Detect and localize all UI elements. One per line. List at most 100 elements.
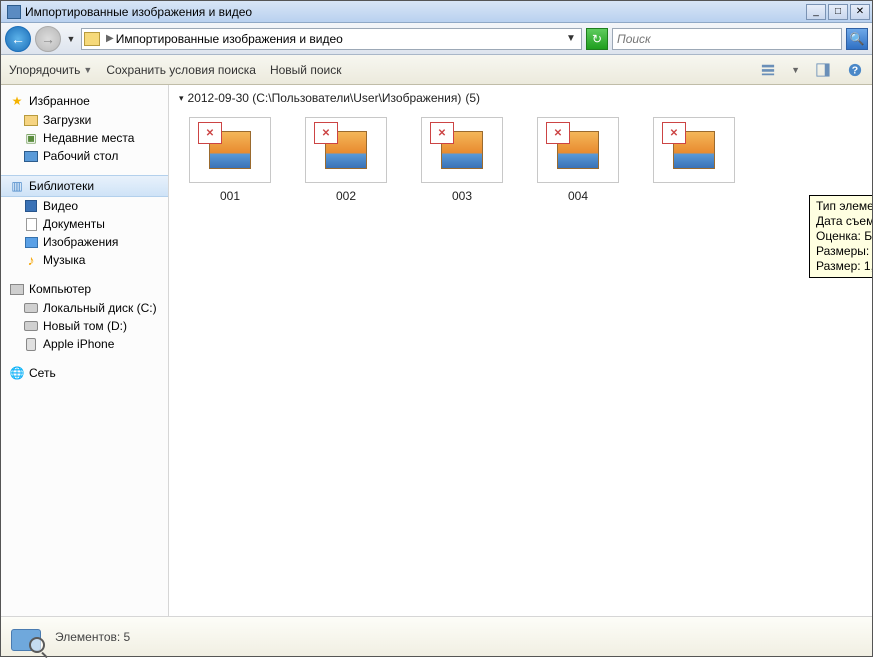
sidebar-local-disk-label: Локальный диск (C:) — [43, 301, 157, 315]
sidebar-libraries[interactable]: ▥ Библиотеки — [1, 175, 168, 197]
thumbnail-icon: ✕ — [653, 117, 735, 183]
thumbnail-grid: ✕ 001 ✕ 002 ✕ 003 ✕ 004 ✕ 005 — [169, 111, 872, 209]
sidebar-documents-label: Документы — [43, 217, 105, 231]
chevron-right-icon: ▶ — [106, 33, 114, 44]
sidebar-item-pictures[interactable]: Изображения — [1, 233, 168, 251]
file-item[interactable]: ✕ 002 — [303, 117, 389, 203]
tooltip-size: Размер: 1,80 МБ — [816, 259, 872, 274]
recent-icon: ▣ — [23, 131, 39, 145]
computer-icon — [9, 282, 25, 296]
sidebar: ★ Избранное Загрузки ▣ Недавние места Ра… — [1, 85, 169, 616]
sidebar-network[interactable]: 🌐 Сеть — [1, 363, 168, 383]
sidebar-network-label: Сеть — [29, 366, 56, 380]
tooltip-type: Тип элемента: JPEG-рисунок — [816, 199, 872, 214]
save-search-button[interactable]: Сохранить условия поиска — [106, 63, 256, 77]
sidebar-libraries-label: Библиотеки — [29, 179, 94, 193]
tooltip-dimensions: Размеры: 3264 x 2448 — [816, 244, 872, 259]
sidebar-item-iphone[interactable]: Apple iPhone — [1, 335, 168, 353]
body: ★ Избранное Загрузки ▣ Недавние места Ра… — [1, 85, 872, 616]
file-item[interactable]: ✕ 001 — [187, 117, 273, 203]
drive-icon — [23, 301, 39, 315]
navbar: ← → ▼ ▶ Импортированные изображения и ви… — [1, 23, 872, 55]
sidebar-item-documents[interactable]: Документы — [1, 215, 168, 233]
file-name: 004 — [568, 189, 588, 203]
desktop-icon — [23, 149, 39, 163]
file-item[interactable]: ✕ 005 — [651, 117, 737, 203]
search-box[interactable] — [612, 28, 842, 50]
svg-text:?: ? — [852, 64, 858, 76]
sidebar-downloads-label: Загрузки — [43, 113, 91, 127]
save-search-label: Сохранить условия поиска — [106, 63, 256, 77]
search-input[interactable] — [613, 32, 841, 46]
thumbnail-icon: ✕ — [421, 117, 503, 183]
video-icon — [23, 199, 39, 213]
organize-menu[interactable]: Упорядочить ▼ — [9, 63, 92, 77]
file-name: 003 — [452, 189, 472, 203]
network-icon: 🌐 — [9, 366, 25, 380]
organize-label: Упорядочить — [9, 63, 80, 77]
libraries-icon: ▥ — [9, 179, 25, 193]
file-item[interactable]: ✕ 003 — [419, 117, 505, 203]
sidebar-pictures-label: Изображения — [43, 235, 118, 249]
app-icon — [7, 5, 21, 19]
minimize-button[interactable]: _ — [806, 4, 826, 20]
content-group-header[interactable]: ▾ 2012-09-30 (C:\Пользователи\User\Изобр… — [169, 85, 872, 111]
thumbnail-icon: ✕ — [305, 117, 387, 183]
address-text: Импортированные изображения и видео — [116, 32, 343, 46]
sidebar-item-downloads[interactable]: Загрузки — [1, 111, 168, 129]
sidebar-item-recent[interactable]: ▣ Недавние места — [1, 129, 168, 147]
nav-back-button[interactable]: ← — [5, 26, 31, 52]
address-bar[interactable]: ▶ Импортированные изображения и видео ▼ — [81, 28, 582, 50]
thumbnail-icon: ✕ — [189, 117, 271, 183]
file-item[interactable]: ✕ 004 — [535, 117, 621, 203]
nav-history-dropdown[interactable]: ▼ — [65, 34, 77, 44]
collapse-triangle-icon: ▾ — [179, 93, 184, 104]
status-item-count: Элементов: 5 — [55, 630, 130, 644]
file-name: 001 — [220, 189, 240, 203]
sidebar-iphone-label: Apple iPhone — [43, 337, 114, 351]
file-name: 002 — [336, 189, 356, 203]
close-button[interactable]: ✕ — [850, 4, 870, 20]
sidebar-recent-label: Недавние места — [43, 131, 134, 145]
sidebar-computer[interactable]: Компьютер — [1, 279, 168, 299]
sidebar-favorites[interactable]: ★ Избранное — [1, 91, 168, 111]
new-search-button[interactable]: Новый поиск — [270, 63, 342, 77]
content-area: ▾ 2012-09-30 (C:\Пользователи\User\Изобр… — [169, 85, 872, 616]
sidebar-new-volume-label: Новый том (D:) — [43, 319, 127, 333]
address-dropdown[interactable]: ▼ — [563, 33, 579, 44]
sidebar-item-desktop[interactable]: Рабочий стол — [1, 147, 168, 165]
search-button[interactable]: 🔍 — [846, 28, 868, 50]
sidebar-computer-label: Компьютер — [29, 282, 91, 296]
sidebar-item-local-disk[interactable]: Локальный диск (C:) — [1, 299, 168, 317]
window-title: Импортированные изображения и видео — [25, 5, 252, 19]
tooltip-rating: Оценка: Без оценки — [816, 229, 872, 244]
pictures-icon — [23, 235, 39, 249]
content-header-count: (5) — [465, 91, 480, 105]
statusbar: Элементов: 5 — [1, 616, 872, 656]
documents-icon — [23, 217, 39, 231]
thumbnail-icon: ✕ — [537, 117, 619, 183]
refresh-button[interactable]: ↻ — [586, 28, 608, 50]
view-caret-icon[interactable]: ▼ — [791, 65, 800, 75]
drive-icon — [23, 319, 39, 333]
maximize-button[interactable]: □ — [828, 4, 848, 20]
preview-pane-button[interactable] — [814, 61, 832, 79]
downloads-icon — [23, 113, 39, 127]
sidebar-item-video[interactable]: Видео — [1, 197, 168, 215]
search-folder-icon — [11, 623, 43, 651]
music-icon: ♪ — [23, 253, 39, 267]
titlebar: Импортированные изображения и видео _ □ … — [1, 1, 872, 23]
help-button[interactable]: ? — [846, 61, 864, 79]
sidebar-item-music[interactable]: ♪ Музыка — [1, 251, 168, 269]
phone-icon — [23, 337, 39, 351]
sidebar-item-new-volume[interactable]: Новый том (D:) — [1, 317, 168, 335]
content-header-folder: 2012-09-30 (C:\Пользователи\User\Изображ… — [188, 91, 462, 105]
view-menu[interactable] — [759, 61, 777, 79]
sidebar-video-label: Видео — [43, 199, 78, 213]
star-icon: ★ — [9, 94, 25, 108]
sidebar-favorites-label: Избранное — [29, 94, 90, 108]
folder-icon — [84, 32, 100, 46]
sidebar-desktop-label: Рабочий стол — [43, 149, 118, 163]
caret-down-icon: ▼ — [83, 65, 92, 75]
nav-forward-button[interactable]: → — [35, 26, 61, 52]
